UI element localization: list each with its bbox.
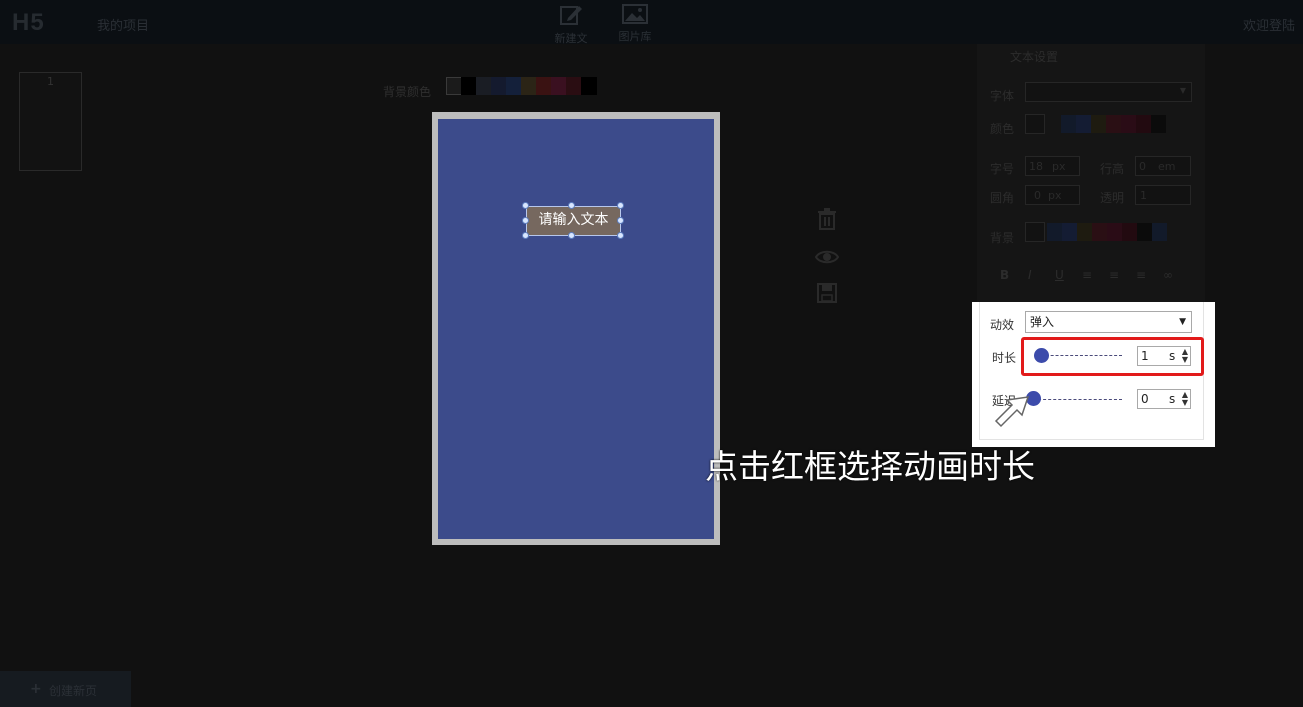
radius-value: 0 xyxy=(1034,189,1041,202)
background-color-swatch[interactable] xyxy=(461,77,477,95)
image-icon xyxy=(622,4,648,24)
opacity-input[interactable]: 1 xyxy=(1135,185,1191,205)
align-right-icon[interactable]: ≡ xyxy=(1136,268,1146,282)
resize-handle[interactable] xyxy=(617,217,624,224)
background-color-label: 背景颜色 xyxy=(383,85,432,99)
color-swatch[interactable] xyxy=(1137,223,1152,241)
resize-handle[interactable] xyxy=(522,217,529,224)
resize-handle[interactable] xyxy=(617,202,624,209)
resize-handle[interactable] xyxy=(568,202,575,209)
new-text-button[interactable]: 新建文 xyxy=(546,2,596,46)
color-swatch[interactable] xyxy=(1077,223,1092,241)
background-color-picker[interactable] xyxy=(1025,222,1045,242)
color-swatch[interactable] xyxy=(1107,223,1122,241)
background-color-swatch[interactable] xyxy=(476,77,492,95)
background-color-swatch[interactable] xyxy=(536,77,552,95)
delay-unit: s xyxy=(1169,392,1176,406)
color-label: 颜色 xyxy=(990,122,1015,136)
delay-input[interactable]: 0 s ▲ ▼ xyxy=(1137,389,1191,409)
app-logo: H5 xyxy=(12,9,45,36)
background-color-swatch[interactable] xyxy=(566,77,582,95)
page-number: 1 xyxy=(47,75,54,88)
color-swatch[interactable] xyxy=(1106,115,1121,133)
plus-icon: + xyxy=(30,681,42,697)
trash-icon[interactable] xyxy=(815,207,839,231)
radius-input[interactable]: 0 px xyxy=(1025,185,1080,205)
link-icon[interactable]: ∞ xyxy=(1163,268,1173,282)
new-text-label: 新建文 xyxy=(554,32,588,45)
color-swatch[interactable] xyxy=(1062,223,1077,241)
duration-label: 时长 xyxy=(992,351,1017,365)
edit-icon xyxy=(560,6,582,25)
effect-value: 弹入 xyxy=(1030,315,1055,329)
color-swatch[interactable] xyxy=(1076,115,1091,133)
color-swatch[interactable] xyxy=(1122,223,1137,241)
welcome-login-link[interactable]: 欢迎登陆 xyxy=(1243,15,1295,34)
chevron-down-icon: ▼ xyxy=(1179,86,1186,95)
text-settings-title: 文本设置 xyxy=(1010,50,1059,64)
resize-handle[interactable] xyxy=(568,232,575,239)
top-bar: H5 我的项目 新建文 图片库 欢迎登陆 xyxy=(0,0,1303,46)
align-center-icon[interactable]: ≡ xyxy=(1109,268,1119,282)
resize-handle[interactable] xyxy=(617,232,624,239)
line-height-value: 0 xyxy=(1139,160,1146,173)
page-canvas[interactable] xyxy=(438,119,714,539)
radius-unit: px xyxy=(1048,189,1062,202)
effect-select[interactable]: 弹入 ▼ xyxy=(1025,311,1192,333)
color-swatch[interactable] xyxy=(1091,115,1106,133)
background-color-swatch[interactable] xyxy=(446,77,462,95)
font-size-unit: px xyxy=(1052,160,1066,173)
delay-slider-track[interactable] xyxy=(1033,399,1122,400)
mouse-pointer-icon xyxy=(994,396,1030,428)
page-canvas-frame xyxy=(432,112,720,545)
color-swatch[interactable] xyxy=(1047,223,1062,241)
underline-button[interactable]: U xyxy=(1055,268,1064,282)
background-color-swatch[interactable] xyxy=(506,77,522,95)
color-swatch[interactable] xyxy=(1121,115,1136,133)
resize-handle[interactable] xyxy=(522,202,529,209)
italic-button[interactable]: I xyxy=(1028,268,1032,282)
radius-label: 圆角 xyxy=(990,191,1015,205)
save-icon[interactable] xyxy=(815,281,839,305)
background-color-swatch[interactable] xyxy=(491,77,507,95)
background-label: 背景 xyxy=(990,231,1015,245)
image-library-button[interactable]: 图片库 xyxy=(610,2,660,44)
my-projects-link[interactable]: 我的项目 xyxy=(97,15,149,34)
background-color-swatch[interactable] xyxy=(521,77,537,95)
text-element[interactable]: 请输入文本 xyxy=(526,206,621,236)
font-size-label: 字号 xyxy=(990,162,1015,176)
eye-icon[interactable] xyxy=(815,245,839,269)
delay-value: 0 xyxy=(1141,392,1149,406)
line-height-input[interactable]: 0 em xyxy=(1135,156,1191,176)
font-size-value: 18 xyxy=(1029,160,1043,173)
bold-button[interactable]: B xyxy=(1000,268,1009,282)
color-swatch[interactable] xyxy=(1092,223,1107,241)
opacity-label: 透明 xyxy=(1100,191,1125,205)
opacity-value: 1 xyxy=(1140,189,1147,202)
color-swatch[interactable] xyxy=(1061,115,1076,133)
stepper-arrows-icon[interactable]: ▲ ▼ xyxy=(1182,391,1188,407)
effect-label: 动效 xyxy=(990,318,1015,332)
color-swatch[interactable] xyxy=(1152,223,1167,241)
add-page-button[interactable]: + 创建新页 xyxy=(0,671,131,707)
color-picker[interactable] xyxy=(1025,114,1045,134)
color-swatch[interactable] xyxy=(1151,115,1166,133)
page-thumbnail[interactable]: 1 xyxy=(19,72,82,171)
line-height-unit: em xyxy=(1158,160,1176,173)
resize-handle[interactable] xyxy=(522,232,529,239)
align-left-icon[interactable]: ≡ xyxy=(1082,268,1092,282)
add-page-label: 创建新页 xyxy=(49,684,98,698)
image-library-label: 图片库 xyxy=(618,30,652,43)
instruction-caption: 点击红框选择动画时长 xyxy=(705,447,1035,486)
font-select[interactable]: ▼ xyxy=(1025,82,1192,102)
font-size-input[interactable]: 18 px xyxy=(1025,156,1080,176)
highlight-red-frame xyxy=(1021,337,1204,376)
background-color-swatch[interactable] xyxy=(551,77,567,95)
background-color-swatch[interactable] xyxy=(581,77,597,95)
chevron-down-icon: ▼ xyxy=(1179,317,1186,327)
line-height-label: 行高 xyxy=(1100,162,1125,176)
color-swatch[interactable] xyxy=(1136,115,1151,133)
font-label: 字体 xyxy=(990,89,1015,103)
